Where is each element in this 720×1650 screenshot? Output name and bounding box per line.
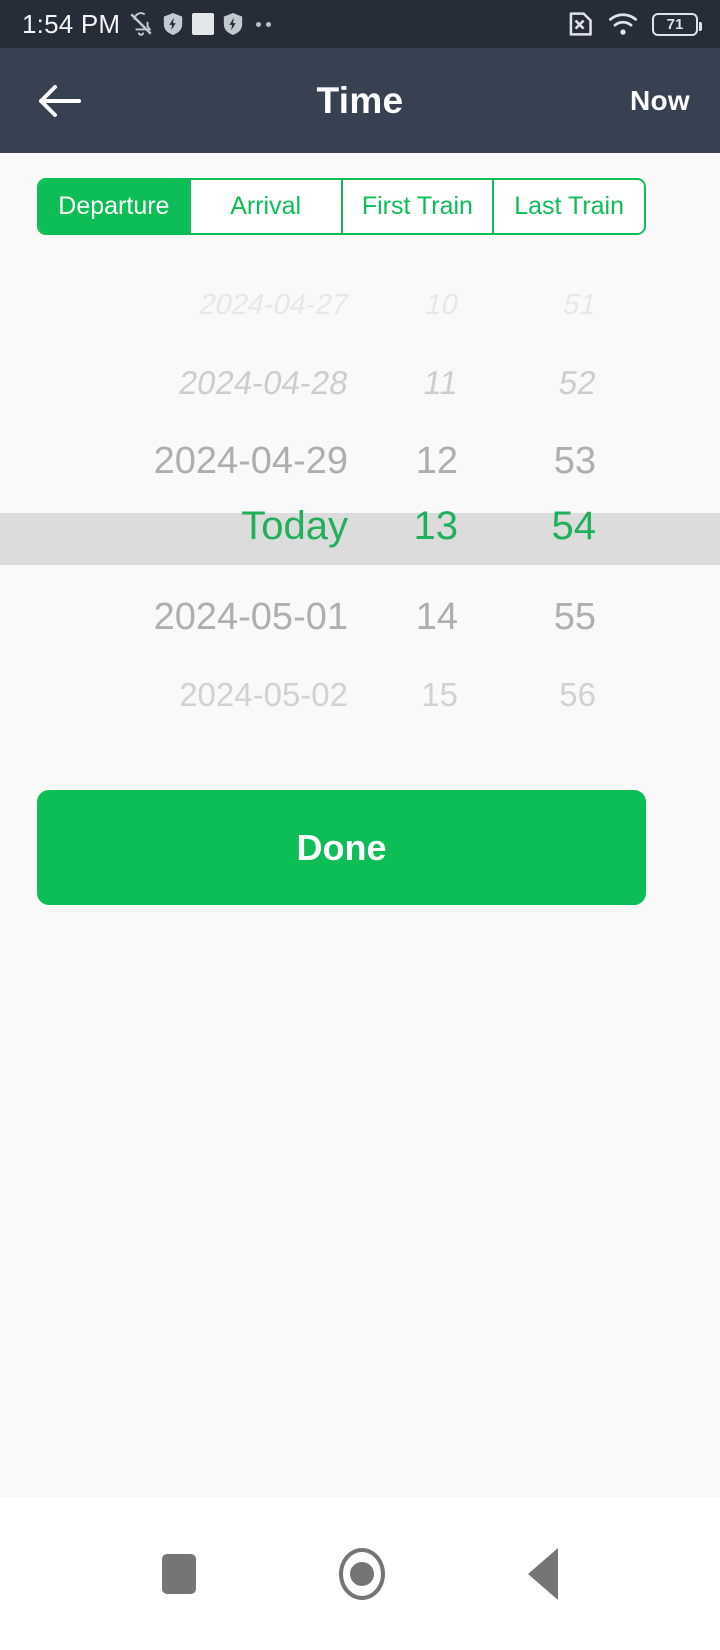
home-icon[interactable] bbox=[338, 1547, 385, 1600]
picker-date-cell: 2024-05-01 bbox=[153, 595, 348, 638]
picker-row[interactable]: 2024-05-031657 bbox=[0, 734, 720, 745]
datetime-picker[interactable]: 2024-04-27 10 51 2024-04-28 11 52 2024-04-29 12… bbox=[0, 285, 720, 745]
wifi-icon bbox=[608, 13, 638, 35]
picker-minute-cell: 51 bbox=[560, 288, 600, 321]
status-bar-right: 71 bbox=[564, 11, 702, 37]
picker-hour-cell: 14 bbox=[415, 595, 458, 638]
picker-row[interactable]: 2024-04-27 10 51 bbox=[0, 285, 720, 344]
nav-back-icon[interactable] bbox=[528, 1547, 559, 1600]
app-screen: 1:54 PM 71 Time Now Departure Arrival Fi… bbox=[0, 0, 720, 1650]
picker-hour-cell: 15 bbox=[421, 676, 458, 713]
picker-minute-cell: 53 bbox=[553, 439, 596, 482]
picker-date-cell: 2024-04-27 bbox=[196, 288, 352, 321]
picker-minute-cell: 55 bbox=[553, 595, 596, 638]
picker-row[interactable]: 2024-05-01 14 55 bbox=[0, 578, 720, 656]
recents-icon[interactable] bbox=[161, 1553, 196, 1594]
page-title: Time bbox=[316, 79, 404, 121]
tab-first-train[interactable]: First Train bbox=[340, 180, 493, 233]
status-bar-clock: 1:54 PM bbox=[22, 8, 121, 39]
tab-arrival[interactable]: Arrival bbox=[188, 180, 341, 233]
back-button[interactable] bbox=[28, 70, 90, 132]
picker-hour-cell: 10 bbox=[422, 288, 462, 321]
picker-date-cell: 2024-05-02 bbox=[179, 676, 348, 713]
picker-row[interactable]: 2024-04-28 11 52 bbox=[0, 344, 720, 422]
system-nav-bar bbox=[0, 1497, 720, 1650]
status-bar: 1:54 PM 71 bbox=[0, 0, 720, 48]
tab-last-train[interactable]: Last Train bbox=[492, 180, 644, 233]
picker-date-cell: 2024-04-29 bbox=[153, 439, 348, 482]
shield-icon bbox=[224, 13, 243, 35]
picker-row-selected[interactable]: Today 13 54 bbox=[0, 500, 720, 552]
back-arrow-icon bbox=[39, 84, 81, 117]
picker-row[interactable]: 2024-04-29 12 53 bbox=[0, 422, 720, 500]
tab-departure[interactable]: Departure bbox=[39, 180, 189, 233]
battery-icon: 71 bbox=[652, 12, 702, 36]
more-dots-icon bbox=[256, 21, 272, 27]
sim-missing-icon bbox=[569, 12, 592, 36]
bell-muted-icon bbox=[130, 12, 152, 36]
picker-hour-cell: 12 bbox=[415, 439, 458, 482]
picker-minute-cell: 56 bbox=[559, 676, 596, 713]
status-bar-left: 1:54 PM bbox=[22, 8, 272, 40]
picker-date-cell: 2024-04-28 bbox=[176, 364, 352, 401]
battery-percent: 71 bbox=[666, 15, 684, 33]
picker-row[interactable]: 2024-05-02 15 56 bbox=[0, 656, 720, 734]
mode-tab-group: Departure Arrival First Train Last Train bbox=[37, 178, 646, 235]
now-button[interactable]: Now bbox=[630, 85, 690, 117]
picker-minute-cell: 52 bbox=[556, 364, 600, 401]
app-bar: Time Now bbox=[0, 48, 720, 153]
picker-hour-cell: 13 bbox=[413, 503, 459, 548]
picker-date-cell: Today bbox=[241, 503, 348, 548]
picker-hour-cell: 11 bbox=[420, 364, 462, 401]
white-square-icon bbox=[192, 13, 215, 35]
shield-icon bbox=[164, 13, 183, 35]
picker-minute-cell: 54 bbox=[551, 503, 597, 548]
done-button[interactable]: Done bbox=[37, 790, 646, 905]
